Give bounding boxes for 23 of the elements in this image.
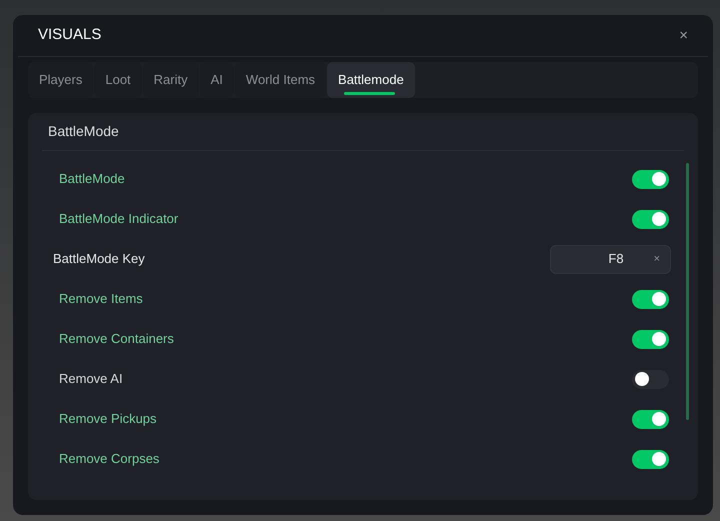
setting-label: BattleMode Indicator (58, 210, 178, 228)
section-title: BattleMode (48, 122, 119, 141)
toggle-switch[interactable] (632, 450, 669, 468)
setting-label: Remove Containers (58, 330, 174, 348)
setting-label: Remove AI (58, 370, 123, 388)
clear-button[interactable]: × (654, 254, 660, 264)
key-value: F8 (608, 250, 624, 268)
setting-label: BattleMode Key (52, 250, 145, 268)
toggle-switch[interactable] (632, 290, 669, 308)
setting-label: Remove Corpses (58, 450, 160, 468)
setting-label: Remove Pickups (58, 410, 157, 428)
window-title: VISUALS (38, 25, 102, 46)
key-field[interactable]: F8 × (550, 244, 671, 274)
setting-label: Remove Items (58, 290, 143, 308)
toggle-switch[interactable] (632, 170, 669, 188)
toggle-switch[interactable] (632, 410, 669, 428)
setting-label: BattleMode (58, 170, 125, 188)
active-tab-underline (344, 92, 395, 95)
toggle-switch[interactable] (632, 330, 669, 348)
toggle-switch[interactable] (632, 210, 669, 228)
close-button[interactable]: × (679, 28, 688, 43)
tab[interactable]: Battlemode (327, 62, 415, 98)
toggle-switch[interactable] (632, 370, 669, 388)
